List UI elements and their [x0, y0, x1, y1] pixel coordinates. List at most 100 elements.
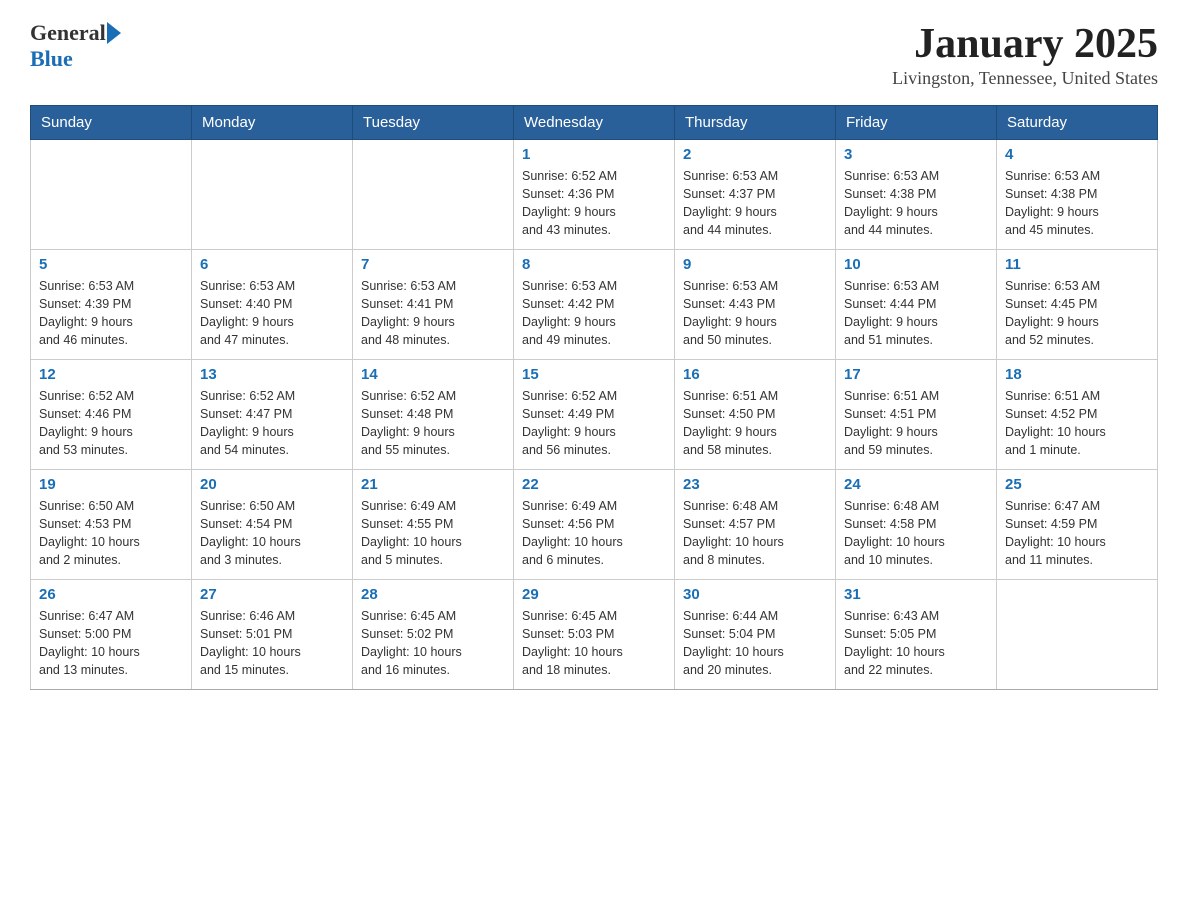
logo-arrow-icon — [107, 22, 121, 44]
page-title: January 2025 — [892, 20, 1158, 68]
day-number: 8 — [522, 256, 666, 273]
day-number: 31 — [844, 586, 988, 603]
day-number: 9 — [683, 256, 827, 273]
calendar-cell: 1Sunrise: 6:52 AM Sunset: 4:36 PM Daylig… — [514, 140, 675, 250]
day-info: Sunrise: 6:51 AM Sunset: 4:51 PM Dayligh… — [844, 387, 988, 460]
calendar-cell — [192, 140, 353, 250]
day-number: 7 — [361, 256, 505, 273]
day-info: Sunrise: 6:51 AM Sunset: 4:52 PM Dayligh… — [1005, 387, 1149, 460]
day-number: 20 — [200, 476, 344, 493]
day-info: Sunrise: 6:53 AM Sunset: 4:40 PM Dayligh… — [200, 277, 344, 350]
day-number: 12 — [39, 366, 183, 383]
calendar-cell: 30 Sunrise: 6:44 AM Sunset: 5:04 PM Dayli… — [675, 580, 836, 690]
day-info: Sunrise: 6:53 AM Sunset: 4:39 PM Dayligh… — [39, 277, 183, 350]
day-info: Sunrise: 6:53 AM Sunset: 4:41 PM Dayligh… — [361, 277, 505, 350]
day-number: 25 — [1005, 476, 1149, 493]
calendar-cell: 7 Sunrise: 6:53 AM Sunset: 4:41 PM Daylig… — [353, 250, 514, 360]
weekday-header-saturday: Saturday — [997, 106, 1158, 140]
calendar-week-row: 5 Sunrise: 6:53 AM Sunset: 4:39 PM Daylig… — [31, 250, 1158, 360]
logo-text-general: General — [30, 20, 106, 46]
calendar-cell: 19 Sunrise: 6:50 AM Sunset: 4:53 PM Dayli… — [31, 470, 192, 580]
calendar-cell: 11Sunrise: 6:53 AM Sunset: 4:45 PM Dayli… — [997, 250, 1158, 360]
day-number: 17 — [844, 366, 988, 383]
weekday-header-thursday: Thursday — [675, 106, 836, 140]
day-info: Sunrise: 6:49 AM Sunset: 4:56 PM Dayligh… — [522, 497, 666, 570]
page-subtitle: Livingston, Tennessee, United States — [892, 68, 1158, 89]
day-info: Sunrise: 6:48 AM Sunset: 4:58 PM Dayligh… — [844, 497, 988, 570]
calendar-cell — [353, 140, 514, 250]
calendar-cell: 24 Sunrise: 6:48 AM Sunset: 4:58 PM Dayli… — [836, 470, 997, 580]
day-number: 30 — [683, 586, 827, 603]
calendar-cell: 17 Sunrise: 6:51 AM Sunset: 4:51 PM Dayli… — [836, 360, 997, 470]
calendar-cell: 9Sunrise: 6:53 AM Sunset: 4:43 PM Daylig… — [675, 250, 836, 360]
day-info: Sunrise: 6:53 AM Sunset: 4:37 PM Dayligh… — [683, 167, 827, 240]
calendar-cell: 3Sunrise: 6:53 AM Sunset: 4:38 PM Daylig… — [836, 140, 997, 250]
day-number: 24 — [844, 476, 988, 493]
calendar-cell: 6 Sunrise: 6:53 AM Sunset: 4:40 PM Daylig… — [192, 250, 353, 360]
day-info: Sunrise: 6:52 AM Sunset: 4:47 PM Dayligh… — [200, 387, 344, 460]
day-number: 22 — [522, 476, 666, 493]
calendar-cell: 8Sunrise: 6:53 AM Sunset: 4:42 PM Daylig… — [514, 250, 675, 360]
calendar-cell: 22 Sunrise: 6:49 AM Sunset: 4:56 PM Dayli… — [514, 470, 675, 580]
logo: General Blue — [30, 20, 121, 72]
day-number: 10 — [844, 256, 988, 273]
calendar-cell: 25 Sunrise: 6:47 AM Sunset: 4:59 PM Dayli… — [997, 470, 1158, 580]
calendar-cell: 16 Sunrise: 6:51 AM Sunset: 4:50 PM Dayli… — [675, 360, 836, 470]
calendar-cell: 5 Sunrise: 6:53 AM Sunset: 4:39 PM Daylig… — [31, 250, 192, 360]
calendar-cell: 13 Sunrise: 6:52 AM Sunset: 4:47 PM Dayli… — [192, 360, 353, 470]
day-info: Sunrise: 6:53 AM Sunset: 4:38 PM Dayligh… — [844, 167, 988, 240]
calendar-cell: 31 Sunrise: 6:43 AM Sunset: 5:05 PM Dayli… — [836, 580, 997, 690]
calendar-week-row: 19 Sunrise: 6:50 AM Sunset: 4:53 PM Dayli… — [31, 470, 1158, 580]
day-info: Sunrise: 6:44 AM Sunset: 5:04 PM Dayligh… — [683, 607, 827, 680]
day-number: 27 — [200, 586, 344, 603]
day-info: Sunrise: 6:51 AM Sunset: 4:50 PM Dayligh… — [683, 387, 827, 460]
day-info: Sunrise: 6:50 AM Sunset: 4:53 PM Dayligh… — [39, 497, 183, 570]
calendar-header-row: SundayMondayTuesdayWednesdayThursdayFrid… — [31, 106, 1158, 140]
day-number: 6 — [200, 256, 344, 273]
calendar-cell: 26Sunrise: 6:47 AM Sunset: 5:00 PM Dayli… — [31, 580, 192, 690]
day-info: Sunrise: 6:49 AM Sunset: 4:55 PM Dayligh… — [361, 497, 505, 570]
page-header: General Blue January 2025 Livingston, Te… — [30, 20, 1158, 89]
calendar-week-row: 1Sunrise: 6:52 AM Sunset: 4:36 PM Daylig… — [31, 140, 1158, 250]
day-number: 18 — [1005, 366, 1149, 383]
calendar-cell: 20Sunrise: 6:50 AM Sunset: 4:54 PM Dayli… — [192, 470, 353, 580]
day-number: 13 — [200, 366, 344, 383]
day-info: Sunrise: 6:47 AM Sunset: 5:00 PM Dayligh… — [39, 607, 183, 680]
day-number: 23 — [683, 476, 827, 493]
day-number: 15 — [522, 366, 666, 383]
weekday-header-monday: Monday — [192, 106, 353, 140]
day-number: 2 — [683, 146, 827, 163]
day-number: 5 — [39, 256, 183, 273]
day-info: Sunrise: 6:43 AM Sunset: 5:05 PM Dayligh… — [844, 607, 988, 680]
day-info: Sunrise: 6:53 AM Sunset: 4:38 PM Dayligh… — [1005, 167, 1149, 240]
calendar-cell — [997, 580, 1158, 690]
day-info: Sunrise: 6:45 AM Sunset: 5:03 PM Dayligh… — [522, 607, 666, 680]
day-number: 21 — [361, 476, 505, 493]
calendar-table: SundayMondayTuesdayWednesdayThursdayFrid… — [30, 105, 1158, 690]
calendar-cell: 23 Sunrise: 6:48 AM Sunset: 4:57 PM Dayli… — [675, 470, 836, 580]
day-number: 16 — [683, 366, 827, 383]
calendar-week-row: 26Sunrise: 6:47 AM Sunset: 5:00 PM Dayli… — [31, 580, 1158, 690]
calendar-cell: 21 Sunrise: 6:49 AM Sunset: 4:55 PM Dayli… — [353, 470, 514, 580]
calendar-cell: 4Sunrise: 6:53 AM Sunset: 4:38 PM Daylig… — [997, 140, 1158, 250]
calendar-cell — [31, 140, 192, 250]
calendar-cell: 12Sunrise: 6:52 AM Sunset: 4:46 PM Dayli… — [31, 360, 192, 470]
weekday-header-sunday: Sunday — [31, 106, 192, 140]
calendar-cell: 15 Sunrise: 6:52 AM Sunset: 4:49 PM Dayli… — [514, 360, 675, 470]
day-info: Sunrise: 6:53 AM Sunset: 4:44 PM Dayligh… — [844, 277, 988, 350]
day-number: 28 — [361, 586, 505, 603]
day-number: 14 — [361, 366, 505, 383]
day-number: 29 — [522, 586, 666, 603]
calendar-cell: 18 Sunrise: 6:51 AM Sunset: 4:52 PM Dayli… — [997, 360, 1158, 470]
calendar-cell: 2 Sunrise: 6:53 AM Sunset: 4:37 PM Daylig… — [675, 140, 836, 250]
logo-text-blue: Blue — [30, 46, 73, 71]
day-info: Sunrise: 6:52 AM Sunset: 4:49 PM Dayligh… — [522, 387, 666, 460]
calendar-cell: 27 Sunrise: 6:46 AM Sunset: 5:01 PM Dayli… — [192, 580, 353, 690]
calendar-cell: 29 Sunrise: 6:45 AM Sunset: 5:03 PM Dayli… — [514, 580, 675, 690]
day-number: 19 — [39, 476, 183, 493]
calendar-cell: 14Sunrise: 6:52 AM Sunset: 4:48 PM Dayli… — [353, 360, 514, 470]
weekday-header-friday: Friday — [836, 106, 997, 140]
day-info: Sunrise: 6:46 AM Sunset: 5:01 PM Dayligh… — [200, 607, 344, 680]
day-info: Sunrise: 6:48 AM Sunset: 4:57 PM Dayligh… — [683, 497, 827, 570]
day-info: Sunrise: 6:47 AM Sunset: 4:59 PM Dayligh… — [1005, 497, 1149, 570]
